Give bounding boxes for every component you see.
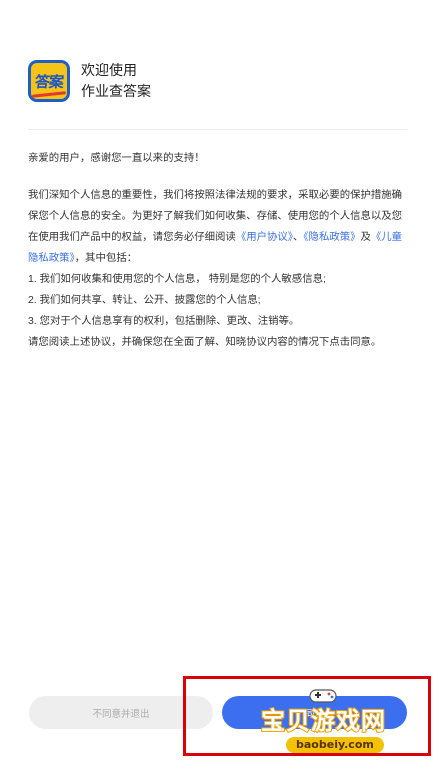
app-title-block: 欢迎使用 作业查答案 [81, 60, 151, 102]
app-name: 作业查答案 [81, 83, 151, 99]
privacy-content: 亲爱的用户，感谢您一直以来的支持！ 我们深知个人信息的重要性，我们将按照法律法规… [28, 150, 406, 353]
privacy-paragraph: 我们深知个人信息的重要性，我们将按照法律法规的要求，采取必要的保护措施确保您个人… [28, 185, 406, 269]
user-agreement-link[interactable]: 《用户协议》 [236, 232, 293, 243]
header-divider [28, 129, 407, 130]
welcome-text: 欢迎使用 [81, 62, 137, 78]
privacy-policy-link[interactable]: 《隐私政策》 [303, 232, 360, 243]
watermark-highlight-box: 宝贝游戏网 baobeiy.com [183, 676, 431, 756]
app-header: 答案 欢迎使用 作业查答案 [28, 60, 151, 102]
list-item: 2. 我们如何共享、转让、公开、披露您的个人信息; [28, 295, 261, 306]
closing-text: 请您阅读上述协议，并确保您在全面了解、知晓协议内容的情况下点击同意。 [28, 337, 382, 348]
watermark-url: baobeiy.com [286, 737, 384, 753]
separator-text: 、 [292, 232, 304, 243]
logo-text: 答案 [33, 72, 64, 91]
greeting-text: 亲爱的用户，感谢您一直以来的支持！ [28, 153, 205, 164]
watermark-title: 宝贝游戏网 [260, 706, 386, 736]
list-item: 1. 我们如何收集和使用您的个人信息， 特别是您的个人敏感信息; [28, 274, 326, 285]
app-logo-icon: 答案 [28, 60, 70, 102]
separator-text: 及 [360, 232, 371, 243]
privacy-intro-tail: ，其中包括： [74, 253, 138, 264]
list-item: 3. 您对于个人信息享有的权利，包括删除、更改、注销等。 [28, 316, 300, 327]
